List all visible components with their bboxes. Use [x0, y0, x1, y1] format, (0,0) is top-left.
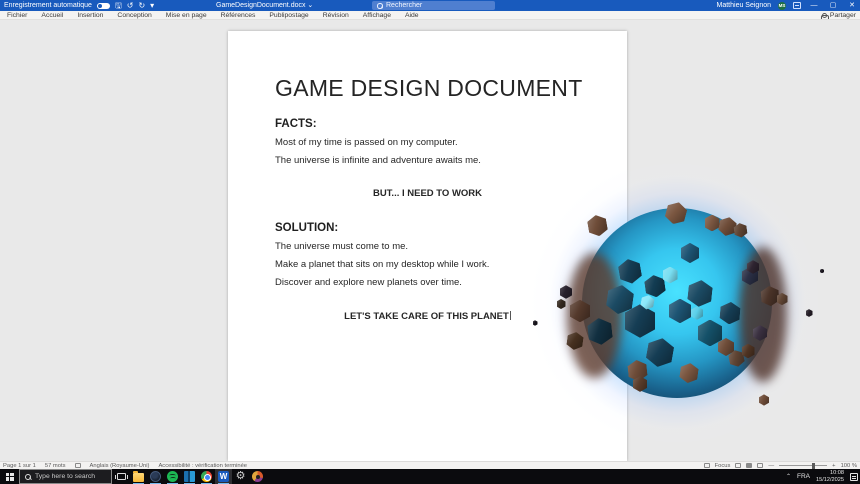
doc-paragraph: SOLUTION: — [275, 222, 580, 235]
ribbon-tab[interactable]: Mise en page — [159, 11, 214, 20]
doc-paragraph: Most of my time is passed on my computer… — [275, 138, 580, 149]
focus-icon[interactable] — [704, 463, 710, 468]
doc-body: FACTS: Most of my time is passed on my co… — [275, 118, 580, 323]
ribbon-tab[interactable]: Publipostage — [262, 11, 315, 20]
document-title[interactable]: GameDesignDocument.docx ⌄ — [216, 0, 313, 11]
taskbar-app-button-settings[interactable]: ⚙ — [232, 469, 249, 484]
taskbar-app-button-steam[interactable] — [147, 469, 164, 484]
app-icon: ⚙ — [235, 471, 246, 482]
clock-date: 15/12/2025 — [816, 477, 844, 483]
ribbon-tab[interactable]: Conception — [110, 11, 158, 20]
print-layout-icon[interactable] — [746, 463, 752, 468]
doc-paragraph: The universe must come to me. — [275, 242, 580, 253]
focus-label[interactable]: Focus — [715, 463, 731, 469]
doc-paragraph: BUT... I NEED TO WORK — [275, 189, 580, 200]
ribbon-tab[interactable]: Révision — [316, 11, 356, 20]
task-view-icon — [117, 473, 126, 480]
autosave-toggle[interactable] — [97, 3, 110, 9]
taskbar-search-placeholder: Type here to search — [35, 473, 95, 480]
autosave-label: Enregistrement automatique — [4, 2, 92, 9]
ribbon-tab[interactable]: Affichage — [356, 11, 398, 20]
taskbar-app-button-color-wheel-app[interactable] — [249, 469, 266, 484]
word-statusbar: Page 1 sur 1 57 mots Anglais (Royaume-Un… — [0, 461, 860, 469]
statusbar-left: Page 1 sur 1 57 mots Anglais (Royaume-Un… — [3, 462, 247, 469]
quick-access-toolbar: Enregistrement automatique 🖫 ↺ ↻ ▾ — [4, 0, 154, 11]
word-count[interactable]: 57 mots — [45, 463, 66, 469]
app-icon — [167, 471, 178, 482]
ribbon-search-box[interactable]: Rechercher — [372, 1, 495, 10]
user-name[interactable]: Matthieu Seignon — [717, 2, 771, 9]
ribbon-display-options-icon[interactable] — [793, 2, 801, 9]
share-label: Partager — [830, 12, 856, 19]
document-area: GAME DESIGN DOCUMENT FACTS: Most of my ti… — [0, 20, 860, 461]
zoom-level[interactable]: 100 % — [841, 463, 857, 469]
zoom-in-button[interactable]: + — [832, 463, 835, 469]
customize-toolbar-icon[interactable]: ▾ — [150, 0, 154, 11]
desktop-screen: Enregistrement automatique 🖫 ↺ ↻ ▾ GameD… — [0, 0, 860, 484]
notification-center-icon[interactable] — [850, 473, 858, 481]
search-placeholder: Rechercher — [386, 2, 422, 9]
user-avatar[interactable]: MS — [778, 2, 786, 10]
taskbar-app-button-file-explorer[interactable] — [130, 469, 147, 484]
doc-paragraph: FACTS: — [275, 118, 580, 131]
redo-icon[interactable]: ↻ — [138, 0, 145, 11]
document-page[interactable]: GAME DESIGN DOCUMENT FACTS: Most of my ti… — [228, 31, 627, 461]
system-tray: ⌃ FRA 10:08 15/12/2025 — [786, 469, 858, 484]
accessibility-status[interactable]: Accessibilité : vérification terminée — [158, 463, 247, 469]
close-button[interactable]: ✕ — [846, 0, 858, 11]
share-icon — [821, 13, 827, 19]
start-button[interactable] — [0, 469, 19, 484]
search-icon — [377, 3, 382, 8]
read-mode-icon[interactable] — [735, 463, 741, 468]
doc-paragraph: Discover and explore new planets over ti… — [275, 278, 580, 289]
doc-paragraph: LET'S TAKE CARE OF THIS PLANET — [275, 311, 580, 323]
titlebar-right: Matthieu Seignon MS — ▢ ✕ — [717, 0, 858, 11]
maximize-button[interactable]: ▢ — [827, 0, 839, 11]
zoom-out-button[interactable]: — — [768, 463, 774, 469]
ribbon-tab[interactable]: Fichier — [0, 11, 34, 20]
save-icon[interactable]: 🖫 — [115, 0, 122, 11]
page-count[interactable]: Page 1 sur 1 — [3, 463, 36, 469]
ribbon-tab[interactable]: Insertion — [70, 11, 110, 20]
hidden-icons-chevron[interactable]: ⌃ — [786, 473, 791, 480]
windows-taskbar: Type here to search W⚙ ⌃ FRA 10:08 15/12… — [0, 469, 860, 484]
taskbar-app-button-blue-panels-app[interactable] — [181, 469, 198, 484]
proofing-icon[interactable] — [75, 463, 81, 468]
doc-paragraph: Make a planet that sits on my desktop wh… — [275, 260, 580, 271]
ribbon-tab[interactable]: Aide — [398, 11, 426, 20]
app-icon — [133, 473, 144, 482]
app-icon — [150, 471, 161, 482]
ribbon-tab[interactable]: Accueil — [34, 11, 70, 20]
language-badge[interactable]: FRA — [797, 473, 810, 480]
app-icon — [184, 471, 195, 482]
minimize-button[interactable]: — — [808, 0, 820, 11]
zoom-slider[interactable] — [779, 465, 827, 466]
word-titlebar: Enregistrement automatique 🖫 ↺ ↻ ▾ GameD… — [0, 0, 860, 11]
doc-heading-title: GAME DESIGN DOCUMENT — [275, 75, 580, 102]
language-indicator[interactable]: Anglais (Royaume-Uni) — [90, 463, 150, 469]
undo-icon[interactable]: ↺ — [127, 0, 134, 11]
ribbon-tab[interactable]: Références — [214, 11, 263, 20]
ribbon-tab-row: FichierAccueilInsertionConceptionMise en… — [0, 11, 860, 20]
clock-time: 10:08 — [830, 470, 844, 476]
taskbar-app-button-word[interactable]: W — [215, 469, 232, 484]
windows-logo-icon — [6, 473, 14, 481]
app-icon — [201, 471, 212, 482]
web-layout-icon[interactable] — [757, 463, 763, 468]
taskbar-apps: W⚙ — [130, 469, 266, 484]
search-icon — [25, 474, 31, 480]
zoom-slider-thumb[interactable] — [812, 463, 815, 469]
taskbar-clock[interactable]: 10:08 15/12/2025 — [816, 470, 844, 484]
taskbar-app-button-spotify[interactable] — [164, 469, 181, 484]
share-button[interactable]: Partager — [821, 11, 856, 20]
taskbar-search-input[interactable]: Type here to search — [19, 469, 112, 484]
app-icon — [252, 471, 263, 482]
statusbar-right: Focus — + 100 % — [704, 462, 857, 469]
app-icon: W — [218, 471, 229, 482]
task-view-button[interactable] — [115, 471, 127, 482]
doc-paragraph: The universe is infinite and adventure a… — [275, 156, 580, 167]
taskbar-app-button-chrome[interactable] — [198, 469, 215, 484]
